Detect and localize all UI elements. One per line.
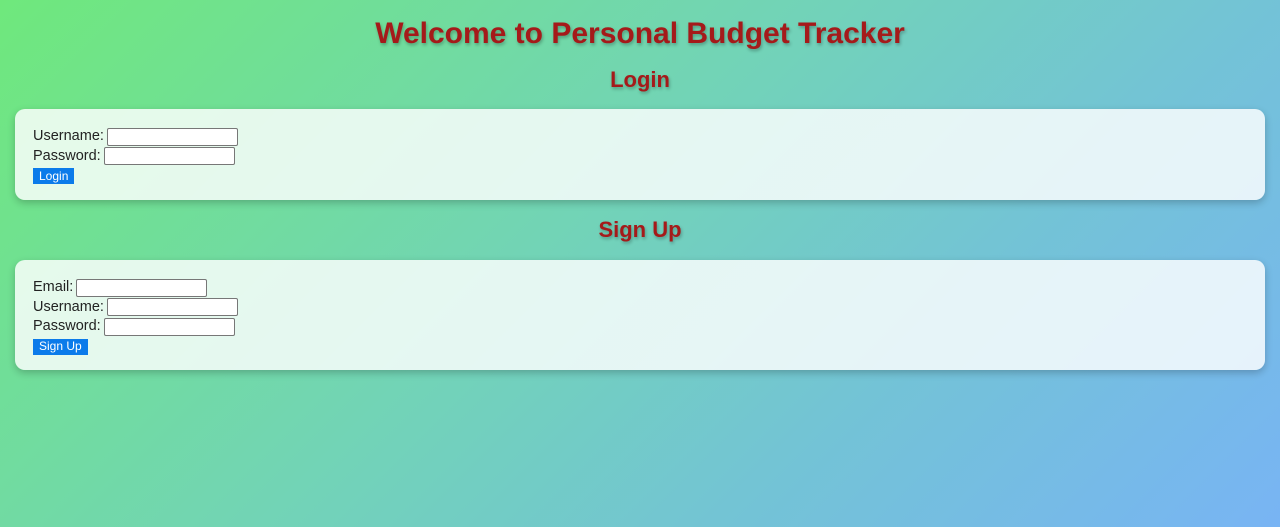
login-username-input[interactable] <box>106 127 238 146</box>
login-password-row: Password: <box>33 147 1247 167</box>
signup-password-input[interactable] <box>103 317 235 336</box>
login-username-row: Username: <box>33 127 1247 147</box>
signup-email-label: Email: <box>33 279 74 296</box>
login-password-input[interactable] <box>103 147 235 166</box>
page-title: Welcome to Personal Budget Tracker <box>375 17 905 50</box>
signup-password-row: Password: <box>33 317 1247 337</box>
signup-username-label: Username: <box>33 298 104 315</box>
login-button[interactable]: Login <box>33 168 75 184</box>
signup-form: Email: Username: Password: Sign Up <box>15 260 1265 370</box>
signup-heading: Sign Up <box>598 217 682 242</box>
login-form: Username: Password: Login <box>15 109 1265 200</box>
signup-email-input[interactable] <box>76 278 208 297</box>
signup-email-row: Email: <box>33 278 1247 298</box>
signup-username-row: Username: <box>33 298 1247 318</box>
signup-password-label: Password: <box>33 318 101 335</box>
login-username-label: Username: <box>33 128 104 145</box>
login-password-label: Password: <box>33 147 101 164</box>
signup-button[interactable]: Sign Up <box>33 338 88 355</box>
login-heading: Login <box>610 67 670 92</box>
signup-username-input[interactable] <box>106 298 238 317</box>
